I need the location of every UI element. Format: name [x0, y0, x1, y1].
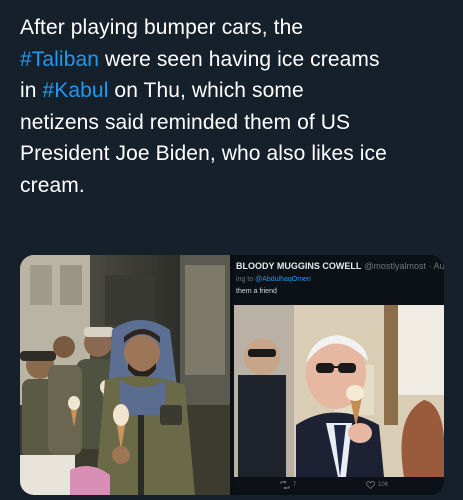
retweet-action[interactable]: 7: [280, 481, 296, 489]
embedded-reply-handle[interactable]: @AbdulhaqOmeri: [255, 276, 311, 283]
embedded-handle: @mostlyalmost · Aug: [364, 261, 444, 271]
biden-photo-illustration: [234, 305, 444, 477]
hashtag-taliban-link[interactable]: #Taliban: [20, 48, 99, 71]
embedded-author: BLOODY MUGGINS COWELL @mostlyalmost · Aug: [236, 261, 444, 271]
embedded-tweet-header: BLOODY MUGGINS COWELL @mostlyalmost · Aug…: [234, 255, 444, 305]
media-grid: BLOODY MUGGINS COWELL @mostlyalmost · Aug…: [20, 255, 444, 495]
biden-ice-cream-photo: [234, 305, 444, 477]
embedded-reply-line: ing to @AbdulhaqOmeri: [236, 276, 311, 283]
tweet-line-5: President Joe Biden, who also likes ice: [20, 142, 387, 165]
taliban-photo-illustration: [20, 255, 230, 495]
tweet-line-6: cream.: [20, 173, 85, 197]
embedded-tweet-screenshot[interactable]: BLOODY MUGGINS COWELL @mostlyalmost · Aug…: [234, 255, 444, 495]
tweet-text: After playing bumper cars, the #Taliban …: [20, 12, 450, 201]
tweet-line-1: After playing bumper cars, the: [20, 16, 304, 39]
like-count: 106: [378, 482, 389, 488]
heart-icon: [366, 481, 375, 489]
retweet-icon: [280, 481, 290, 489]
like-action[interactable]: 106: [366, 481, 388, 489]
taliban-ice-cream-photo[interactable]: [20, 255, 230, 495]
tweet-line-3: in #Kabul on Thu, which some: [20, 79, 304, 102]
tweet-line-2: #Taliban were seen having ice creams: [20, 47, 380, 71]
retweet-count: 7: [293, 482, 297, 488]
embedded-tweet-body: them a friend: [236, 288, 277, 295]
tweet-line-4: netizens said reminded them of US: [20, 110, 351, 134]
hashtag-kabul-link[interactable]: #Kabul: [42, 79, 108, 102]
embedded-tweet-actions: 7 106: [234, 477, 444, 495]
